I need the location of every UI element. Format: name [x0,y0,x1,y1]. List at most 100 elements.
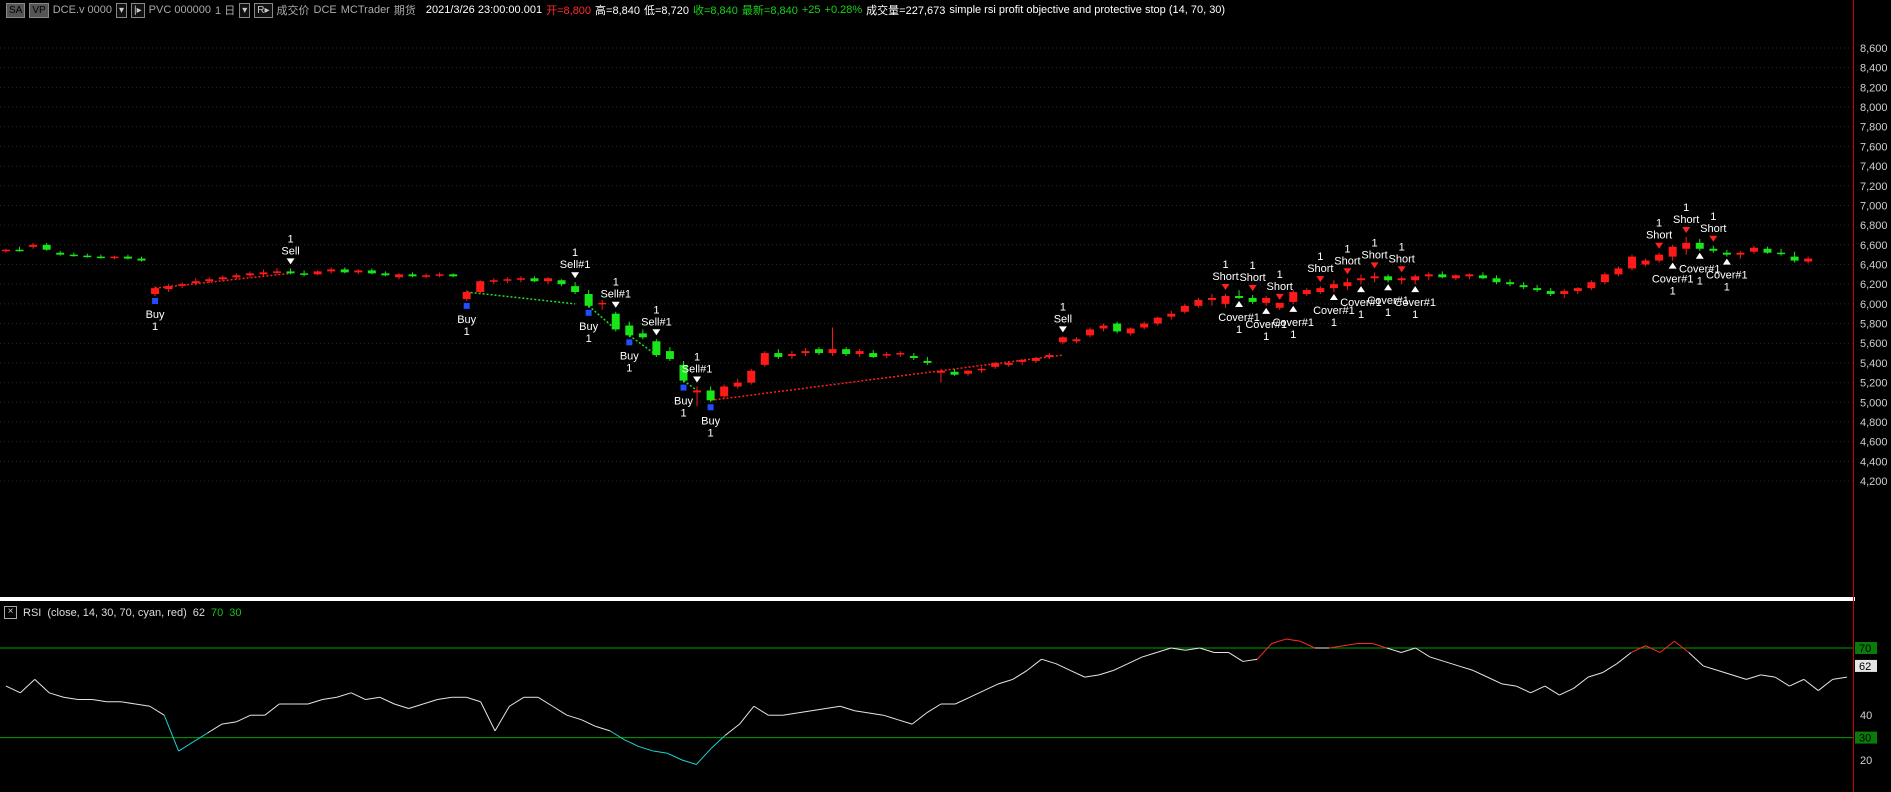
candle-body [530,278,539,282]
candle-body [1018,359,1027,362]
candle [327,267,336,274]
short-arrow-icon [1709,235,1718,242]
close-indicator-icon[interactable]: × [4,606,17,619]
candle [367,268,376,275]
candle-body [760,353,769,365]
rsi-segment [494,705,510,732]
candle-body [340,269,349,273]
price-tick-label: 4,400 [1860,456,1888,468]
candle-body [1099,325,1108,329]
candle [422,273,431,279]
rsi-segment [48,692,64,698]
signal-label: Buy [146,309,165,321]
signal-qty: 1 [1222,259,1228,271]
rsi-segment [724,723,740,736]
candle [544,277,552,285]
rsi-segment [1098,669,1114,676]
short-arrow-icon [1397,266,1406,273]
signal-marker-short: Short1 [1389,241,1415,273]
candle [733,378,742,389]
candle-body [1709,248,1718,251]
candle [1126,327,1135,336]
signal-marker-buy: Buy1 [674,384,693,420]
candle [1628,254,1636,271]
signal-qty: 1 [694,352,700,364]
rsi-segment [1012,669,1028,680]
short-arrow-icon [1248,285,1257,292]
signal-qty: 1 [464,326,470,338]
candle [815,347,823,356]
price-tick-label: 5,400 [1860,358,1888,370]
price-tick-label: 4,600 [1860,437,1888,449]
candle [1235,290,1244,299]
candle [1722,249,1731,257]
rsi-segment [1300,640,1316,649]
rsi-segment [120,701,136,705]
price-tick-label: 8,400 [1860,63,1888,75]
rsi-segment [883,714,898,721]
rsi-segment [581,719,596,727]
signal-qty: 1 [1385,307,1391,319]
signal-marker-buy: Buy1 [146,297,165,333]
rsi-segment [1444,660,1459,667]
signal-qty: 1 [572,247,578,259]
candle-body [1492,278,1501,283]
candle-body [56,252,65,255]
cover-arrow-icon [1695,252,1704,259]
short-arrow-icon [1343,268,1352,275]
rsi-overbought-level: 70 [211,606,224,619]
candle-body [327,269,336,272]
rsi-segment [1530,685,1546,694]
candle [164,284,173,293]
candle-body [1194,299,1203,306]
rsi-segment [696,748,712,765]
candle [1777,248,1786,256]
signal-label: Short [1267,281,1293,293]
candle [69,252,78,257]
price-tick-label: 8,200 [1860,82,1888,94]
rsi-segment [796,710,812,714]
rsi-segment [840,705,855,712]
candle [1207,294,1216,306]
short-arrow-icon [1221,284,1230,291]
rsi-segment [638,746,654,752]
signal-label: Buy [620,350,639,362]
rsi-name: RSI [23,606,42,619]
candle-body [1438,274,1447,278]
candle-body [1614,268,1623,275]
candle-body [1126,328,1135,334]
rsi-legend: × RSI (close, 14, 30, 70, cyan, red) 62 … [4,606,242,619]
candle [652,339,661,358]
candle-body [598,302,607,305]
rsi-segment [1142,652,1157,658]
price-axis: 8,600 8,400 8,200 8,000 7,800 7,600 7,400 7,200… [1860,43,1888,488]
panel-divider[interactable] [0,597,1855,601]
rsi-segment [1674,640,1690,653]
candle-body [855,351,864,355]
candle [1194,297,1203,308]
candle-body [1248,297,1257,302]
signal-qty: 1 [1344,243,1350,255]
rsi-segment [307,699,323,705]
rsi-panel: 70 30 62 40 20 [0,638,1877,767]
rsi-params: (close, 14, 30, 70, cyan, red) [47,606,187,619]
signal-marker-short: Short1 [1239,260,1266,292]
rsi-segment [1501,683,1517,687]
candle-body [1628,256,1636,269]
candle-body [1587,282,1596,289]
candle [950,368,959,376]
rsi-segment [509,696,525,707]
signal-label: Buy [674,396,693,408]
price-tick-label: 5,000 [1860,397,1888,409]
cover-arrow-icon [1411,286,1420,293]
price-chart-canvas[interactable]: 8,600 8,400 8,200 8,000 7,800 7,600 7,400 7,200… [0,0,1891,792]
candle-body [991,362,1000,367]
candle [435,272,444,278]
candle-body [842,349,851,355]
rsi-segment [1199,647,1215,653]
candle [1275,302,1284,310]
rsi-segment [782,712,798,716]
candle [720,384,729,399]
signal-label: Sell#1 [560,259,591,271]
candle [1519,282,1528,290]
